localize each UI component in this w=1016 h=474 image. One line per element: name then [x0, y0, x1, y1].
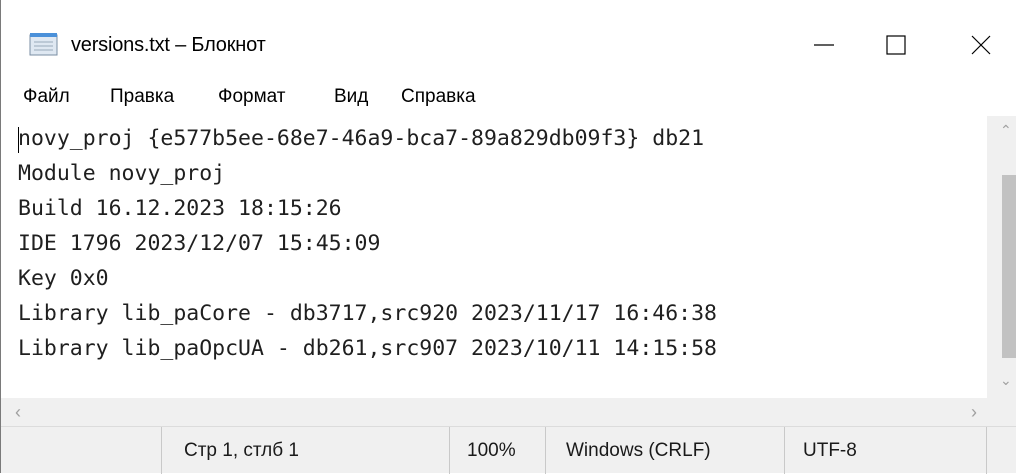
menu-file[interactable]: Файл — [23, 86, 70, 108]
text-line: novy_proj {e577b5ee-68e7-46a9-bca7-89a82… — [18, 126, 705, 151]
menu-bar: Файл Правка Формат Вид Справка — [1, 78, 1016, 116]
maximize-icon — [886, 35, 906, 55]
status-divider — [784, 427, 785, 474]
text-line: IDE 1796 2023/12/07 15:45:09 — [18, 231, 381, 256]
text-line: Key 0x0 — [18, 266, 109, 291]
status-divider — [161, 427, 162, 474]
menu-format[interactable]: Формат — [218, 86, 286, 108]
status-zoom: 100% — [467, 440, 516, 461]
window-title: versions.txt – Блокнот — [71, 34, 266, 56]
text-line: Module novy_proj — [18, 161, 226, 186]
close-button[interactable] — [931, 20, 1016, 70]
menu-help[interactable]: Справка — [401, 86, 476, 108]
scroll-up-icon[interactable]: ⌃ — [1000, 122, 1012, 139]
scroll-right-icon[interactable]: › — [971, 402, 977, 423]
title-bar[interactable]: versions.txt – Блокнот — [1, 0, 1016, 78]
minimize-icon — [814, 44, 834, 46]
status-divider — [986, 427, 987, 474]
text-line: Library lib_paCore - db3717,src920 2023/… — [18, 301, 717, 326]
menu-edit[interactable]: Правка — [110, 86, 174, 108]
menu-view[interactable]: Вид — [334, 86, 368, 108]
status-divider — [449, 427, 450, 474]
close-icon — [971, 35, 991, 55]
vertical-scroll-thumb[interactable] — [1002, 175, 1016, 358]
horizontal-scrollbar[interactable] — [1, 398, 987, 426]
status-line-endings: Windows (CRLF) — [566, 440, 711, 461]
text-line: Build 16.12.2023 18:15:26 — [18, 196, 342, 221]
scrollbar-corner — [987, 398, 1016, 426]
scroll-down-icon[interactable]: ⌄ — [1000, 372, 1012, 389]
text-editor[interactable]: novy_proj {e577b5ee-68e7-46a9-bca7-89a82… — [1, 116, 987, 398]
text-caret — [18, 127, 19, 153]
status-encoding: UTF-8 — [803, 440, 857, 461]
status-divider — [545, 427, 546, 474]
text-line: Library lib_paOpcUA - db261,src907 2023/… — [18, 336, 717, 361]
scroll-left-icon[interactable]: ‹ — [15, 402, 21, 423]
notepad-window: versions.txt – Блокнот Файл Правка Форма… — [0, 0, 1016, 474]
notepad-icon — [29, 33, 58, 56]
status-bar: Стр 1, стлб 1 100% Windows (CRLF) UTF-8 — [1, 426, 1016, 474]
status-cursor-position: Стр 1, стлб 1 — [184, 440, 299, 461]
